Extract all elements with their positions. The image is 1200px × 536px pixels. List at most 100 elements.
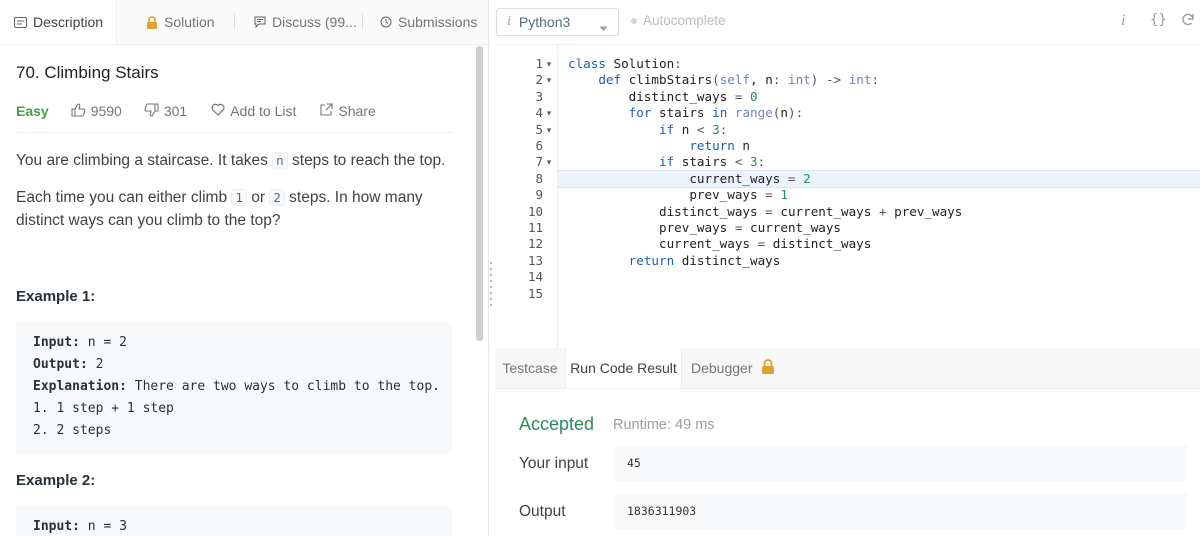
thumbs-down-icon xyxy=(144,102,159,120)
tab-testcase[interactable]: Testcase xyxy=(495,348,565,388)
code-line: return distinct_ways xyxy=(628,252,781,268)
inline-code: n xyxy=(272,152,288,169)
language-info-icon: i xyxy=(507,14,511,29)
thumbs-up-icon xyxy=(71,102,86,120)
line-number: 14 xyxy=(527,269,543,285)
tab-submissions[interactable]: Submissions xyxy=(380,0,477,44)
autocomplete-status-dot xyxy=(631,17,637,24)
example-output-label: Output: xyxy=(33,357,88,372)
line-number: 13 xyxy=(527,252,543,268)
code-line: for stairs in range(n): xyxy=(628,105,804,121)
line-number: 9 xyxy=(535,187,543,203)
tab-run-code-result-label: Run Code Result xyxy=(570,360,677,376)
inline-code: 2 xyxy=(269,189,285,206)
example-explanation-line: 2. 2 steps xyxy=(33,423,112,438)
line-number: 3 xyxy=(535,88,543,104)
problem-meta-bar: Easy 9590 301 Add to List Share xyxy=(16,99,376,123)
line-number: 11 xyxy=(527,220,543,235)
like-button[interactable]: 9590 xyxy=(71,102,122,120)
dislike-count: 301 xyxy=(163,103,188,119)
output-value: 1836311903 xyxy=(615,493,1187,529)
line-number: 7 xyxy=(535,154,543,170)
code-line: current_ways = 2 xyxy=(689,170,811,186)
problem-statement-paragraph-2: Each time you can either climb 1 or 2 st… xyxy=(16,186,446,232)
fold-toggle-icon[interactable]: ▾ xyxy=(543,122,555,138)
example-1-block: Input: n = 2 Output: 2 Explanation: Ther… xyxy=(16,322,452,454)
tab-solution[interactable]: Solution xyxy=(146,0,215,44)
line-number: 2 xyxy=(535,72,543,88)
problem-statement-paragraph-1: You are climbing a staircase. It takes n… xyxy=(16,149,446,172)
code-line: if stairs < 3: xyxy=(659,154,766,170)
add-to-list-label: Add to List xyxy=(230,103,297,119)
example-input-value: n = 2 xyxy=(79,335,127,350)
tab-description-label: Description xyxy=(33,14,104,30)
clock-icon xyxy=(380,16,392,28)
tab-debugger[interactable]: Debugger xyxy=(691,348,775,388)
tab-solution-label: Solution xyxy=(164,14,215,30)
example-input-line: Input: n = 3 xyxy=(16,516,452,536)
braces-icon[interactable]: {} xyxy=(1150,12,1167,28)
output-label: Output xyxy=(519,503,566,520)
example-explanation-line: 1. 1 step + 1 step xyxy=(33,401,174,416)
statement-text: You are climbing a staircase. It takes xyxy=(16,152,273,169)
code-line: if n < 3: xyxy=(659,121,728,137)
tab-run-code-result[interactable]: Run Code Result xyxy=(565,348,682,388)
difficulty-badge: Easy xyxy=(16,103,49,119)
left-tab-bar: Description Solution Discuss (99... Subm… xyxy=(0,0,488,45)
code-line: prev_ways = 1 xyxy=(689,187,788,203)
divider xyxy=(16,132,452,133)
problem-panel: Description Solution Discuss (99... Subm… xyxy=(0,0,489,536)
example-input-value: n = 3 xyxy=(79,519,127,534)
console-panel: Testcase Run Code Result Debugger Accept… xyxy=(495,348,1200,536)
statement-text: Each time you can either climb xyxy=(16,189,232,206)
panel-resize-handle[interactable] xyxy=(488,260,494,310)
example-input-label: Input: xyxy=(33,335,80,350)
language-select[interactable]: i Python3 xyxy=(496,8,619,36)
autocomplete-label: Autocomplete xyxy=(643,13,726,28)
lock-icon xyxy=(761,359,775,377)
statement-text: or xyxy=(246,189,270,206)
code-editor[interactable]: 1 ▾ 2 ▾ 3 4 ▾ 5 ▾ 6 7 ▾ 8 9 10 11 12 13 14 15 class Solutio… xyxy=(495,45,1200,348)
code-line: class Solution: xyxy=(568,56,682,71)
share-button[interactable]: Share xyxy=(320,103,376,119)
problem-title: 70. Climbing Stairs xyxy=(16,63,159,82)
code-line: distinct_ways = current_ways + prev_ways xyxy=(659,203,963,219)
line-number: 6 xyxy=(535,138,543,153)
line-number: 10 xyxy=(527,203,543,219)
tab-description[interactable]: Description xyxy=(0,0,117,44)
comment-icon xyxy=(254,16,266,28)
autocomplete-toggle[interactable]: Autocomplete xyxy=(631,13,726,28)
inline-code: 1 xyxy=(231,189,247,206)
dislike-button[interactable]: 301 xyxy=(144,102,188,120)
like-count: 9590 xyxy=(90,103,122,119)
example-2-heading: Example 2: xyxy=(16,472,96,489)
line-number: 1 xyxy=(535,56,543,71)
example-input-line: Input: n = 2 xyxy=(16,332,452,354)
result-status: Accepted xyxy=(519,414,595,434)
info-icon[interactable]: i xyxy=(1121,12,1125,30)
editor-panel: i Python3 Autocomplete i {} 1 ▾ 2 ▾ 3 4 ▾ 5 ▾ 6 7 ▾… xyxy=(495,0,1200,536)
tab-discuss[interactable]: Discuss (99... xyxy=(254,0,357,44)
chevron-down-icon xyxy=(599,19,608,35)
tab-submissions-label: Submissions xyxy=(398,14,478,30)
fold-toggle-icon[interactable]: ▾ xyxy=(543,154,555,170)
tab-testcase-label: Testcase xyxy=(502,360,558,376)
add-to-list-button[interactable]: Add to List xyxy=(211,103,296,119)
lock-icon xyxy=(146,15,158,29)
tab-debugger-label: Debugger xyxy=(691,360,753,376)
result-runtime: Runtime: 49 ms xyxy=(613,417,715,433)
reset-icon[interactable] xyxy=(1181,13,1195,32)
description-scrollbar[interactable] xyxy=(476,46,483,341)
code-line: def climbStairs(self, n: int) -> int: xyxy=(598,72,880,88)
statement-text: steps to reach the top. xyxy=(287,152,446,169)
example-explanation-line: Explanation: There are two ways to climb… xyxy=(16,376,452,398)
example-output-line: Output: 2 xyxy=(16,354,452,376)
heart-icon xyxy=(211,103,225,119)
example-output-value: 2 xyxy=(87,357,104,372)
editor-toolbar: i Python3 Autocomplete i {} xyxy=(495,0,1200,45)
fold-toggle-icon[interactable]: ▾ xyxy=(543,105,555,121)
fold-toggle-icon[interactable]: ▾ xyxy=(543,56,555,72)
fold-toggle-icon[interactable]: ▾ xyxy=(543,72,555,88)
example-explanation-value: There are two ways to climb to the top. xyxy=(126,379,440,394)
line-number: 15 xyxy=(527,285,543,301)
